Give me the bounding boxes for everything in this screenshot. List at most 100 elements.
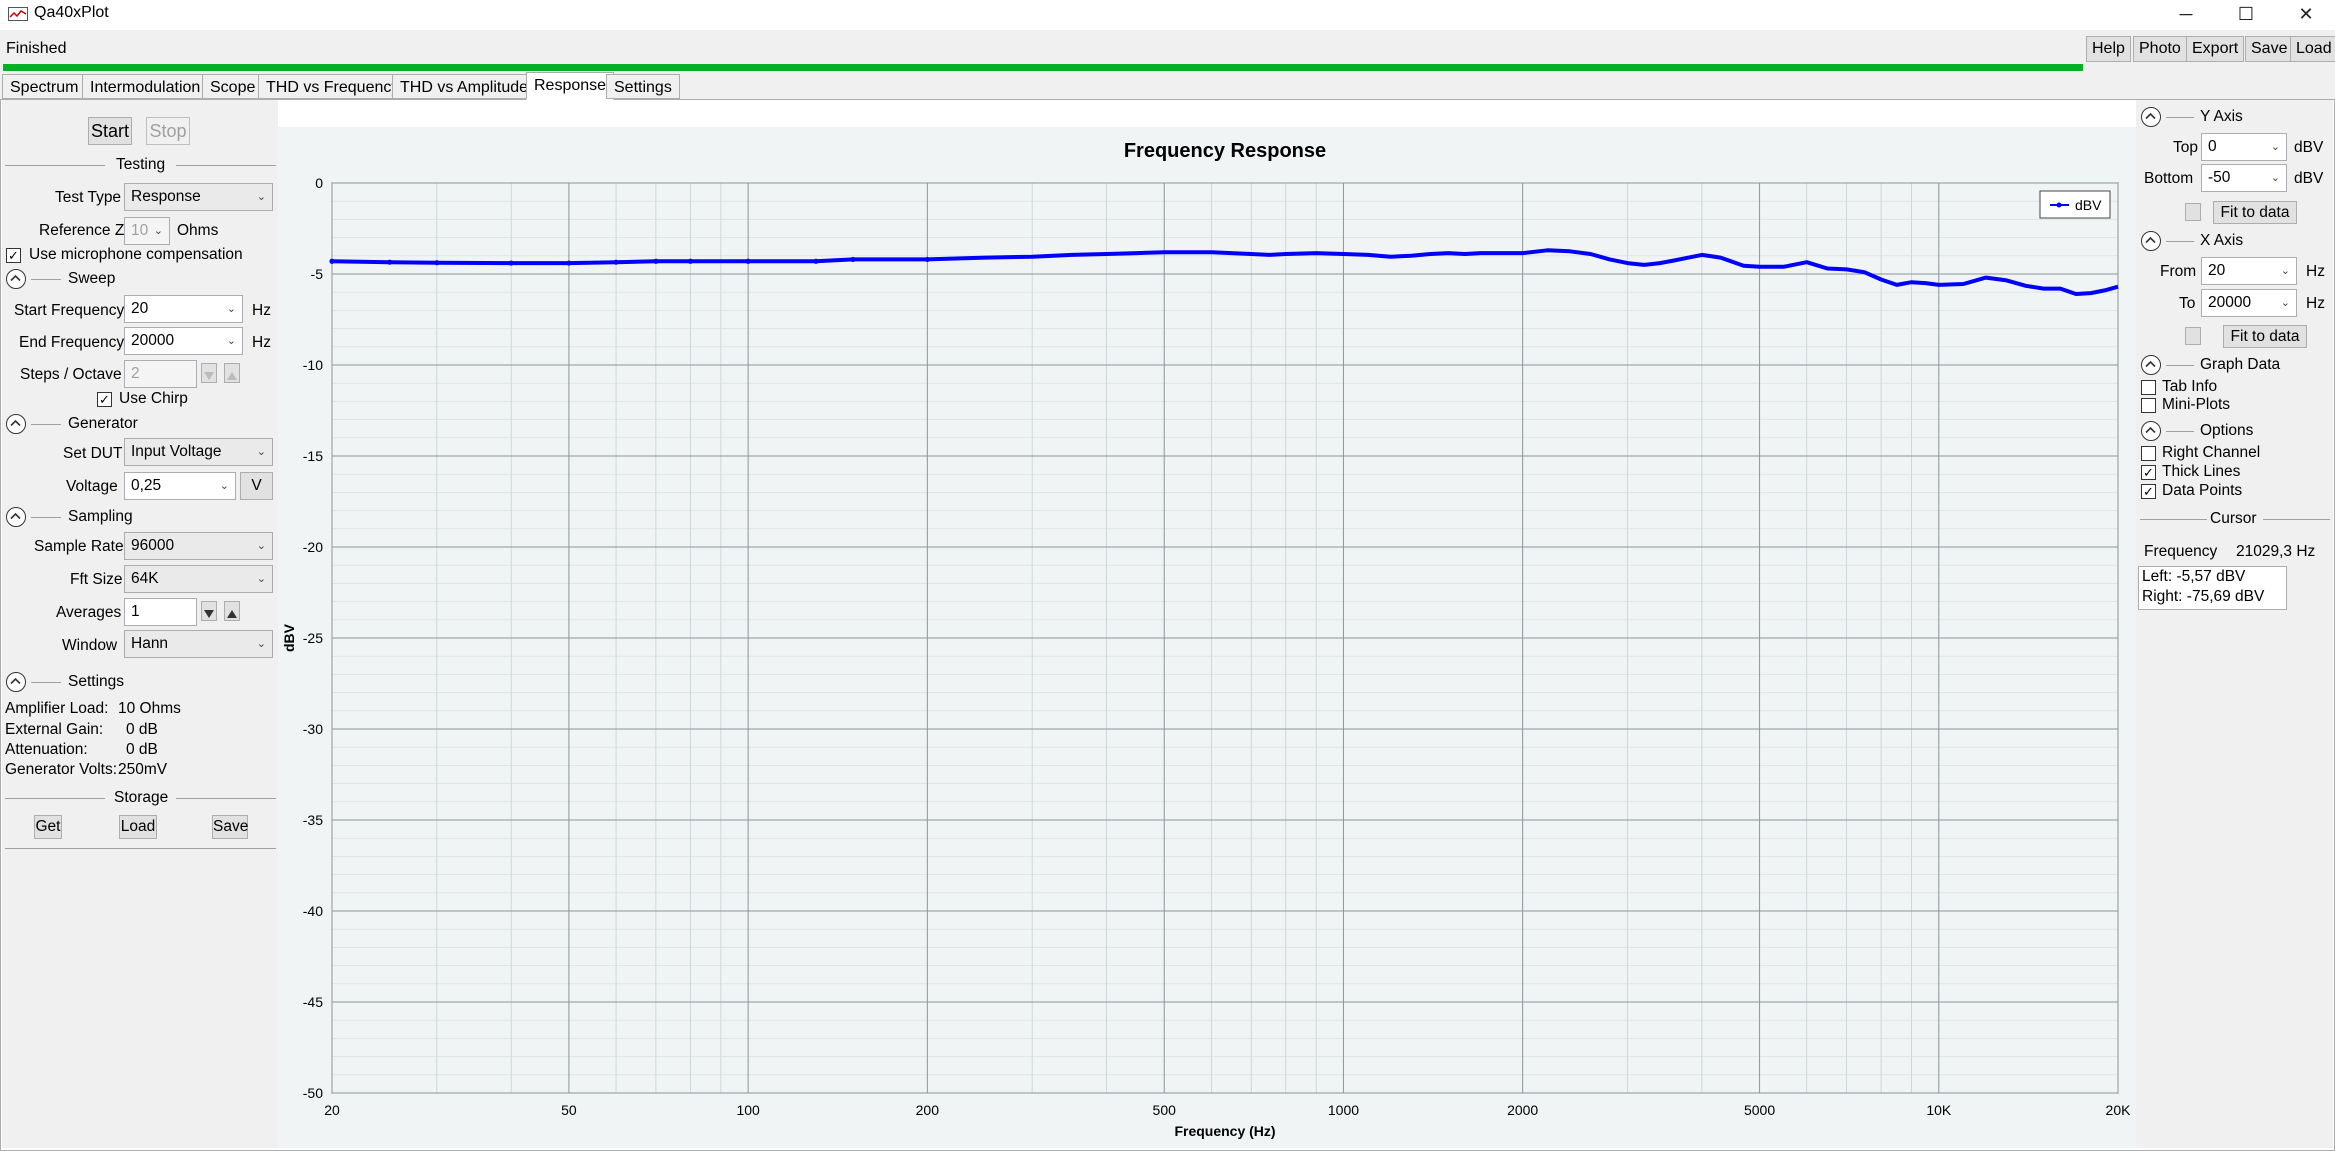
- averages-input[interactable]: 1: [124, 598, 197, 626]
- divider: [2166, 431, 2194, 432]
- collapse-options-icon[interactable]: [2141, 421, 2161, 441]
- y-tick-label: -30: [303, 721, 323, 737]
- steps-octave-label: Steps / Octave: [20, 366, 122, 383]
- reference-z-unit: Ohms: [177, 222, 219, 239]
- end-frequency-input[interactable]: 20000 ⌄: [124, 327, 243, 355]
- data-point: [924, 256, 930, 263]
- collapse-graph-data-icon[interactable]: [2141, 355, 2161, 375]
- collapse-sweep-icon[interactable]: [6, 269, 26, 289]
- y-bottom-input[interactable]: -50 ⌄: [2201, 164, 2287, 192]
- set-dut-select[interactable]: Input Voltage ⌄: [124, 438, 273, 466]
- sample-rate-select[interactable]: 96000 ⌄: [124, 532, 273, 560]
- testing-header: Testing: [116, 156, 166, 173]
- tab-spectrum[interactable]: Spectrum: [2, 74, 87, 99]
- storage-get-button[interactable]: Get: [34, 815, 62, 839]
- start-button[interactable]: Start: [88, 117, 132, 145]
- right-channel-checkbox[interactable]: [2141, 446, 2156, 461]
- x-to-input[interactable]: 20000 ⌄: [2201, 289, 2297, 317]
- use-chirp-checkbox[interactable]: ✓: [97, 392, 112, 407]
- data-point: [566, 260, 572, 266]
- data-point: [613, 259, 619, 265]
- chart-title: Frequency Response: [1124, 140, 1326, 162]
- x-lock-button[interactable]: [2185, 327, 2201, 345]
- tab-intermodulation[interactable]: Intermodulation: [82, 74, 209, 99]
- y-tick-label: -10: [303, 357, 323, 373]
- steps-down-button[interactable]: [201, 363, 217, 383]
- chevron-down-icon: ⌄: [153, 225, 163, 237]
- export-button[interactable]: Export: [2186, 36, 2245, 62]
- triangle-up-icon: [227, 372, 237, 380]
- steps-octave-input[interactable]: 2: [124, 360, 197, 388]
- graph-data-header: Graph Data: [2200, 356, 2281, 373]
- thick-lines-checkbox[interactable]: ✓: [2141, 465, 2156, 480]
- collapse-x-axis-icon[interactable]: [2141, 231, 2161, 251]
- averages-up-button[interactable]: [224, 601, 240, 621]
- data-point: [508, 260, 514, 266]
- tab-thd-vs-frequency[interactable]: THD vs Frequency: [258, 74, 408, 99]
- settings-header: Settings: [68, 673, 125, 690]
- averages-down-button[interactable]: [201, 601, 217, 621]
- help-button[interactable]: Help: [2086, 36, 2131, 62]
- tab-scope[interactable]: Scope: [202, 74, 264, 99]
- chevron-down-icon: ⌄: [256, 446, 266, 458]
- data-points-checkbox[interactable]: ✓: [2141, 484, 2156, 499]
- use-chirp-label: Use Chirp: [119, 390, 188, 407]
- mic-comp-checkbox[interactable]: ✓: [6, 248, 21, 263]
- storage-load-button[interactable]: Load: [119, 815, 157, 839]
- load-button[interactable]: Load: [2290, 36, 2335, 62]
- collapse-generator-icon[interactable]: [6, 414, 26, 434]
- legend-marker: [2056, 202, 2062, 208]
- collapse-sampling-icon[interactable]: [6, 507, 26, 527]
- y-tick-label: -20: [303, 539, 323, 555]
- voltage-unit-button[interactable]: V: [240, 472, 273, 500]
- tab-thd-vs-amplitude[interactable]: THD vs Amplitude: [392, 74, 537, 99]
- cursor-frequency-label: Frequency: [2144, 543, 2218, 560]
- divider: [2166, 117, 2194, 118]
- x-to-unit: Hz: [2306, 295, 2325, 312]
- y-axis-label: dBV: [281, 623, 297, 652]
- x-from-input[interactable]: 20 ⌄: [2201, 257, 2297, 285]
- x-tick-label: 500: [1153, 1102, 1177, 1118]
- start-frequency-input[interactable]: 20 ⌄: [124, 295, 243, 323]
- y-tick-label: -45: [303, 994, 323, 1010]
- window-select[interactable]: Hann ⌄: [124, 630, 273, 658]
- storage-save-button[interactable]: Save: [212, 815, 248, 839]
- y-tick-label: -15: [303, 448, 323, 464]
- photo-button[interactable]: Photo: [2133, 36, 2187, 62]
- mini-plots-checkbox[interactable]: [2141, 398, 2156, 413]
- x-tick-label: 1000: [1328, 1102, 1359, 1118]
- collapse-settings-icon[interactable]: [6, 672, 26, 692]
- tab-response[interactable]: Response: [526, 72, 615, 100]
- close-button[interactable]: ✕: [2276, 0, 2335, 30]
- y-bottom-value: -50: [2208, 169, 2231, 186]
- app-icon: [8, 7, 28, 21]
- test-type-value: Response: [131, 188, 201, 205]
- x-fit-to-data-button[interactable]: Fit to data: [2223, 325, 2307, 348]
- divider: [5, 798, 105, 799]
- y-lock-button[interactable]: [2185, 203, 2201, 221]
- frequency-response-chart[interactable]: 20 50 100 200 500 1000 2000 5000 10K 20K 0 -5 -10 -15…: [278, 127, 2136, 1148]
- mini-plots-label: Mini-Plots: [2162, 396, 2231, 413]
- reference-z-select[interactable]: 10 ⌄: [124, 217, 170, 245]
- voltage-input[interactable]: 0,25 ⌄: [124, 472, 236, 500]
- save-button[interactable]: Save: [2245, 36, 2294, 62]
- tab-info-checkbox[interactable]: [2141, 380, 2156, 395]
- test-type-select[interactable]: Response ⌄: [124, 183, 273, 211]
- minimize-button[interactable]: ─: [2156, 0, 2216, 30]
- steps-up-button[interactable]: [224, 363, 240, 383]
- y-top-unit: dBV: [2294, 139, 2324, 156]
- y-top-input[interactable]: 0 ⌄: [2201, 133, 2287, 161]
- maximize-button[interactable]: ☐: [2216, 0, 2276, 30]
- tab-settings[interactable]: Settings: [606, 74, 680, 99]
- x-tick-label: 50: [561, 1102, 577, 1118]
- mic-comp-label: Use microphone compensation: [29, 246, 243, 263]
- collapse-y-axis-icon[interactable]: [2141, 107, 2161, 127]
- fft-size-select[interactable]: 64K ⌄: [124, 565, 273, 593]
- check-icon: ✓: [8, 248, 19, 263]
- x-axis-label: Frequency (Hz): [1174, 1123, 1275, 1139]
- divider: [5, 848, 276, 849]
- y-tick-label: -25: [303, 630, 323, 646]
- chevron-down-icon: ⌄: [2280, 265, 2290, 277]
- stop-button[interactable]: Stop: [146, 117, 190, 145]
- y-fit-to-data-button[interactable]: Fit to data: [2213, 201, 2297, 224]
